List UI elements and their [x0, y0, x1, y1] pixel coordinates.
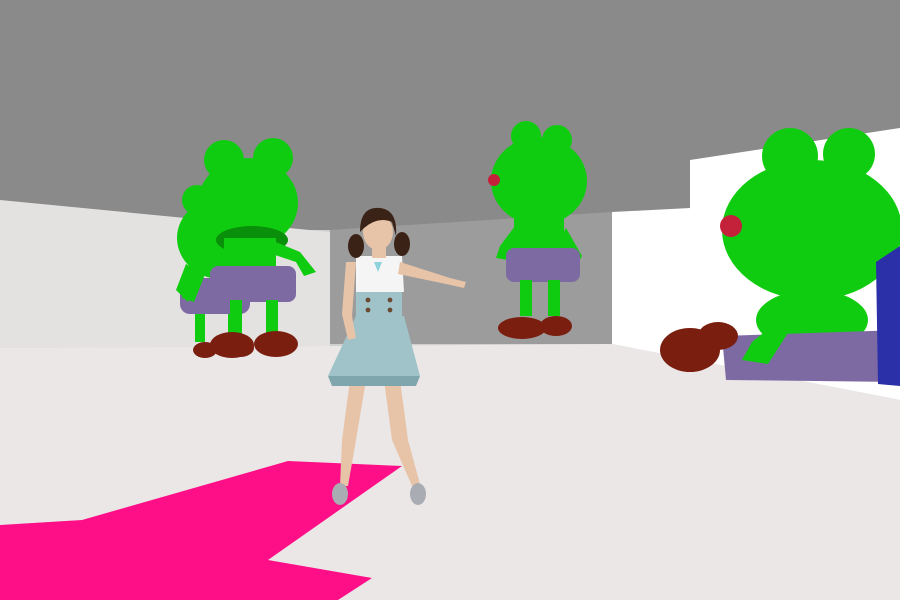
player-avatar-part — [328, 376, 420, 386]
frog-statue-left-front-part — [210, 332, 254, 358]
frog-statue-center-part — [548, 280, 560, 316]
player-avatar-part — [356, 290, 402, 320]
player-avatar-part — [387, 307, 393, 313]
player-avatar-part — [365, 297, 371, 303]
frog-statue-center-part — [540, 316, 572, 336]
frog-statue-center-part — [506, 248, 580, 282]
frog-statue-left-front-part — [210, 266, 296, 302]
frog-statue-center-part — [498, 317, 546, 339]
frog-statue-left-back-part — [195, 314, 205, 342]
frog-statue-center-part — [520, 280, 532, 316]
game-viewport[interactable] — [0, 0, 900, 600]
blue-object[interactable] — [876, 246, 900, 386]
frog-statue-left-front-part — [266, 300, 278, 334]
player-avatar-part — [356, 256, 404, 292]
room — [0, 0, 900, 600]
player-avatar-part — [387, 297, 393, 303]
scene-canvas[interactable] — [0, 0, 900, 600]
player-avatar-part — [410, 483, 426, 505]
player-avatar-part — [394, 232, 410, 256]
player-avatar-part — [365, 307, 371, 313]
frog-statue-right-part — [722, 160, 900, 300]
frog-statue-left-front-part — [230, 300, 242, 334]
frog-statue-center-part — [491, 137, 587, 225]
frog-statue-right-part — [720, 215, 742, 237]
player-avatar-part — [332, 483, 348, 505]
frog-statue-left-front-part — [254, 331, 298, 357]
frog-statue-right-part — [698, 322, 738, 350]
frog-statue-center-part — [488, 174, 500, 186]
player-avatar-part — [348, 234, 364, 258]
